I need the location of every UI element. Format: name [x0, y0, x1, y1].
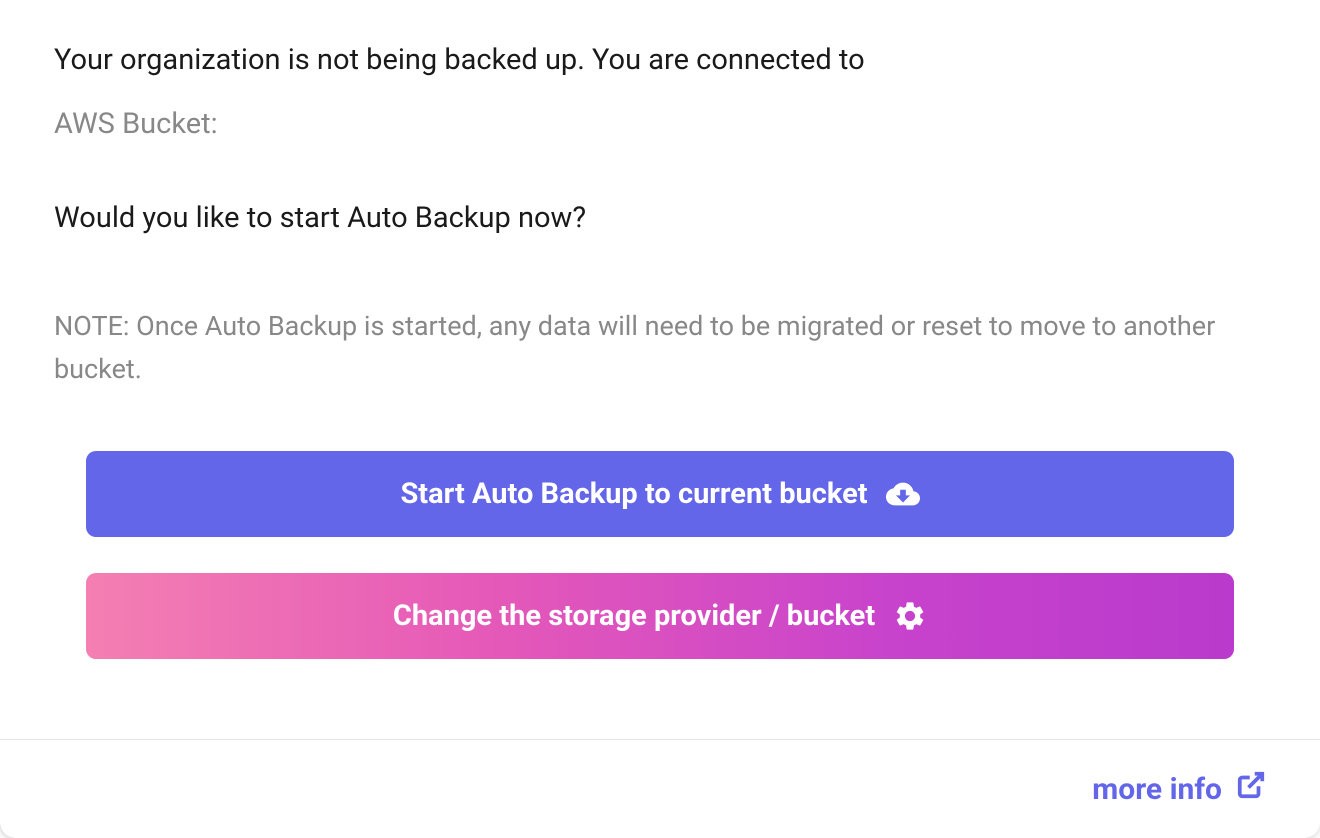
start-auto-backup-button[interactable]: Start Auto Backup to current bucket — [86, 451, 1234, 537]
card-footer: more info — [0, 739, 1320, 838]
start-auto-backup-label: Start Auto Backup to current bucket — [400, 477, 867, 511]
change-storage-provider-button[interactable]: Change the storage provider / bucket — [86, 573, 1234, 659]
change-storage-provider-label: Change the storage provider / bucket — [393, 599, 875, 633]
more-info-label: more info — [1092, 772, 1222, 807]
backup-note: NOTE: Once Auto Backup is started, any d… — [54, 305, 1266, 391]
bucket-label: AWS Bucket: — [54, 107, 1266, 141]
gear-icon — [893, 599, 927, 633]
more-info-link[interactable]: more info — [1092, 770, 1266, 808]
cloud-download-icon — [886, 477, 920, 511]
buttons-container: Start Auto Backup to current bucket Chan… — [54, 451, 1266, 659]
backup-status-text: Your organization is not being backed up… — [54, 40, 1266, 81]
card-content: Your organization is not being backed up… — [0, 0, 1320, 739]
backup-card: Your organization is not being backed up… — [0, 0, 1320, 838]
backup-prompt-question: Would you like to start Auto Backup now? — [54, 201, 1266, 235]
external-link-icon — [1236, 770, 1266, 808]
